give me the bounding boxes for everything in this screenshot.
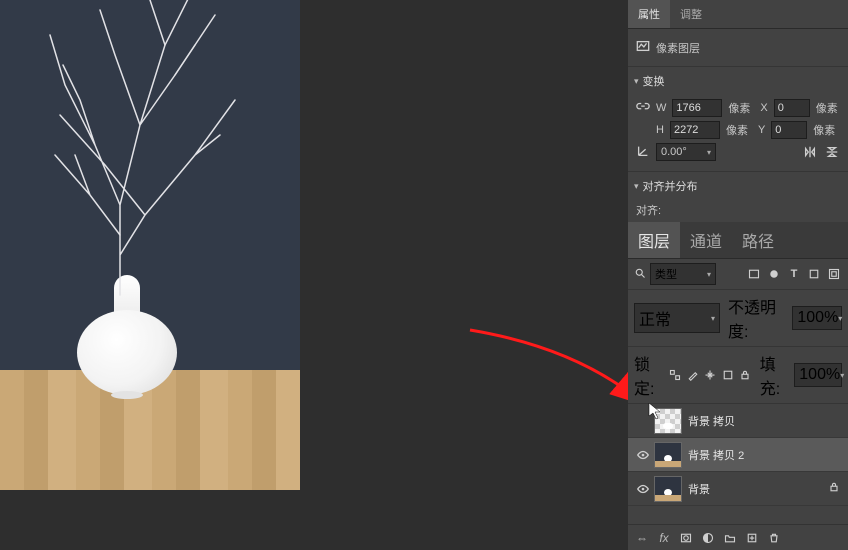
tab-channels[interactable]: 通道: [680, 222, 732, 258]
filter-adjust-icon[interactable]: [766, 266, 782, 282]
fill-value: 100%: [799, 366, 840, 384]
layer-type-label: 像素图层: [656, 40, 700, 56]
layer-name[interactable]: 背景 拷贝 2: [688, 447, 844, 463]
opacity-value: 100%: [797, 309, 838, 327]
tab-layers[interactable]: 图层: [628, 222, 680, 258]
layers-panel-footer: ⇔ fx: [628, 524, 848, 550]
fill-label: 填充:: [760, 351, 791, 399]
blend-mode-value: 正常: [639, 306, 671, 330]
y-label: Y: [758, 124, 765, 136]
layer-fx-button[interactable]: fx: [656, 530, 672, 546]
filter-pixel-icon[interactable]: [746, 266, 762, 282]
link-layers-button[interactable]: ⇔: [634, 530, 650, 546]
y-unit: 像素: [813, 122, 835, 138]
h-unit: 像素: [726, 122, 748, 138]
section-align[interactable]: ▾ 对齐并分布: [628, 172, 848, 200]
width-input[interactable]: [672, 99, 722, 117]
layer-name[interactable]: 背景 拷贝: [688, 413, 844, 429]
transform-header-label: 变换: [643, 73, 665, 89]
h-label: H: [656, 124, 664, 136]
opacity-dropdown[interactable]: 100%▾: [792, 306, 842, 330]
branches-illustration: [45, 5, 245, 295]
tab-properties[interactable]: 属性: [628, 0, 670, 28]
lock-transparent-button[interactable]: [669, 367, 682, 383]
visibility-toggle[interactable]: [632, 482, 654, 496]
layer-item[interactable]: 背景: [628, 472, 848, 506]
blend-mode-dropdown[interactable]: 正常▾: [634, 303, 720, 333]
align-label: 对齐:: [636, 202, 840, 218]
lock-position-button[interactable]: [703, 367, 716, 383]
new-group-button[interactable]: [722, 530, 738, 546]
y-input[interactable]: [771, 121, 807, 139]
cursor-icon: [648, 402, 662, 425]
flip-vertical-button[interactable]: [824, 144, 840, 160]
delete-layer-button[interactable]: [766, 530, 782, 546]
lock-all-button[interactable]: [738, 367, 751, 383]
adjustment-layer-button[interactable]: [700, 530, 716, 546]
lock-label: 锁定:: [634, 351, 665, 399]
w-unit: 像素: [728, 100, 750, 116]
visibility-toggle[interactable]: [632, 448, 654, 462]
lock-icon: [828, 481, 844, 496]
tab-adjustments[interactable]: 调整: [670, 0, 712, 28]
opacity-label: 不透明度:: [728, 294, 788, 342]
layer-thumbnail[interactable]: [654, 476, 682, 502]
x-label: X: [760, 102, 767, 114]
layer-item[interactable]: 背景 拷贝 2: [628, 438, 848, 472]
chevron-down-icon: ▾: [634, 181, 639, 192]
pixel-layer-icon: [636, 39, 650, 56]
x-unit: 像素: [816, 100, 838, 116]
link-wh-icon[interactable]: [636, 100, 650, 117]
section-transform[interactable]: ▾ 变换: [628, 67, 848, 95]
document-canvas[interactable]: [0, 0, 300, 490]
layer-thumbnail[interactable]: [654, 442, 682, 468]
filter-type-icon[interactable]: T: [786, 266, 802, 282]
filter-shape-icon[interactable]: [806, 266, 822, 282]
w-label: W: [656, 102, 666, 114]
filter-kind-dropdown[interactable]: 类型▾: [650, 263, 716, 285]
x-input[interactable]: [774, 99, 810, 117]
align-header-label: 对齐并分布: [643, 178, 698, 194]
fill-dropdown[interactable]: 100%▾: [794, 363, 842, 387]
properties-layer-type: 像素图层: [628, 29, 848, 67]
rotation-input[interactable]: 0.00°▾: [656, 143, 716, 161]
height-input[interactable]: [670, 121, 720, 139]
flip-horizontal-button[interactable]: [802, 144, 818, 160]
filter-kind-value: 类型: [655, 266, 677, 282]
lock-artboard-button[interactable]: [721, 367, 734, 383]
layer-name[interactable]: 背景: [688, 481, 828, 497]
layers-panel: 图层 通道 路径 类型▾ T 正常▾ 不透明度: 100%▾ 锁定:: [628, 222, 848, 550]
angle-icon: [636, 144, 650, 161]
filter-smart-icon[interactable]: [826, 266, 842, 282]
add-mask-button[interactable]: [678, 530, 694, 546]
properties-tabs: 属性 调整: [628, 0, 848, 29]
filter-search-icon: [634, 267, 646, 282]
tab-paths[interactable]: 路径: [732, 222, 784, 258]
new-layer-button[interactable]: [744, 530, 760, 546]
lock-pixels-button[interactable]: [686, 367, 699, 383]
rotation-value: 0.00°: [661, 146, 687, 158]
vase-illustration: [72, 275, 182, 395]
chevron-down-icon: ▾: [634, 76, 639, 87]
